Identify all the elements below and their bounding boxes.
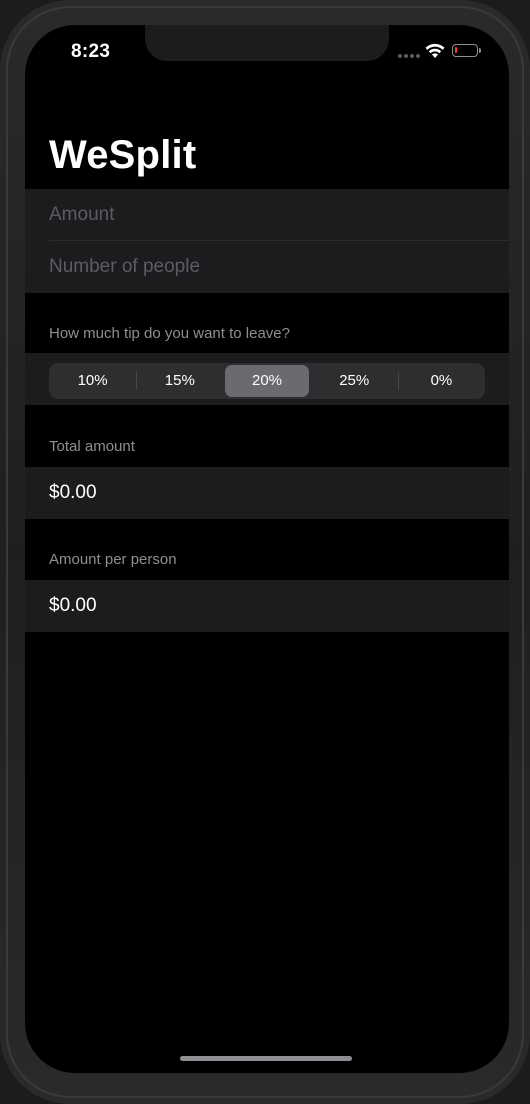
- phone-screen: 8:23 WeSplit How much tip do you want to…: [25, 25, 509, 1073]
- amount-per-person-value: $0.00: [49, 595, 97, 616]
- tip-option-20[interactable]: 20%: [223, 363, 310, 399]
- wifi-icon: [425, 43, 445, 58]
- cellular-signal-icon: [398, 54, 420, 58]
- battery-icon: [452, 44, 481, 57]
- battery-level: [455, 47, 457, 53]
- tip-option-15[interactable]: 15%: [136, 363, 223, 399]
- total-amount-value: $0.00: [49, 482, 97, 503]
- tip-option-0[interactable]: 0%: [397, 363, 485, 399]
- amount-per-person-header: Amount per person: [49, 551, 177, 568]
- total-amount-header: Total amount: [49, 438, 135, 455]
- device-frame: 8:23 WeSplit How much tip do you want to…: [0, 0, 530, 1104]
- home-indicator[interactable]: [180, 1056, 352, 1061]
- amount-input[interactable]: [49, 189, 509, 241]
- status-bar-time: 8:23: [71, 41, 111, 62]
- tip-percentage-picker[interactable]: 10% 15% 20% 25% 0%: [49, 363, 485, 399]
- tip-section-header: How much tip do you want to leave?: [49, 325, 290, 342]
- device-notch: [145, 25, 389, 61]
- input-section: [25, 189, 509, 293]
- page-title: WeSplit: [49, 133, 197, 177]
- number-of-people-input[interactable]: [49, 241, 509, 293]
- tip-option-25[interactable]: 25%: [311, 363, 398, 399]
- tip-option-10[interactable]: 10%: [49, 363, 136, 399]
- total-amount-cell: $0.00: [25, 467, 509, 519]
- amount-per-person-cell: $0.00: [25, 580, 509, 632]
